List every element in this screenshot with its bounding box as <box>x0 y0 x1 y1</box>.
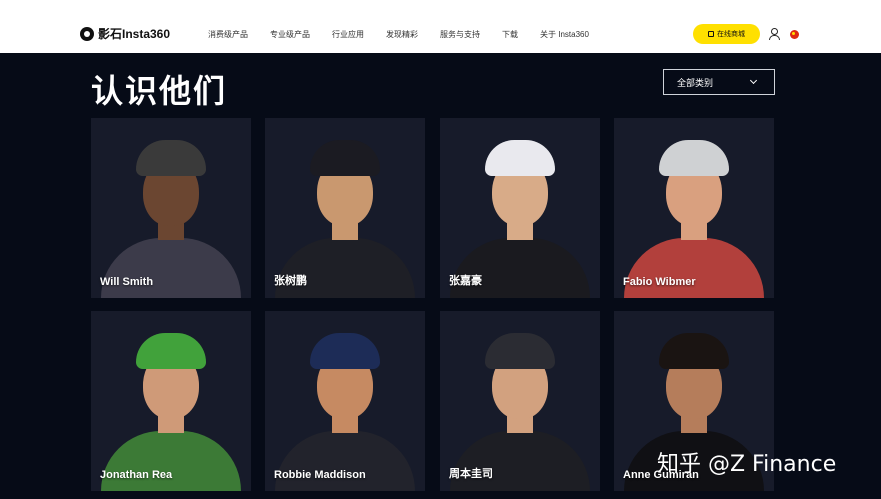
category-filter-value: 全部类别 <box>677 77 714 88</box>
main-menu: 消费级产品 专业级产品 行业应用 发现精彩 服务与支持 下载 关于 Insta3… <box>208 29 611 40</box>
menu-item-discover[interactable]: 发现精彩 <box>386 29 418 40</box>
menu-item-professional[interactable]: 专业级产品 <box>270 29 310 40</box>
person-photo-torso <box>450 238 590 298</box>
person-photo-torso <box>450 431 590 491</box>
person-photo-torso <box>101 431 241 491</box>
person-name: 张树鹏 <box>274 275 307 287</box>
menu-item-support[interactable]: 服务与支持 <box>440 29 480 40</box>
menu-item-consumer[interactable]: 消费级产品 <box>208 29 248 40</box>
person-card[interactable]: Jonathan Rea <box>91 311 251 491</box>
person-photo-torso <box>624 238 764 298</box>
chevron-down-icon <box>749 76 758 85</box>
region-flag-icon[interactable] <box>790 30 799 39</box>
person-photo-headwear <box>310 140 380 176</box>
person-photo-headwear <box>485 140 555 176</box>
online-store-label: 在线商城 <box>717 31 745 38</box>
watermark: 知乎 @Z Finance <box>657 452 837 477</box>
person-photo-torso <box>275 431 415 491</box>
person-card[interactable]: Fabio Wibmer <box>614 118 774 298</box>
category-filter-select[interactable]: 全部类别 <box>663 69 775 95</box>
person-photo-headwear <box>659 140 729 176</box>
person-card[interactable]: Will Smith <box>91 118 251 298</box>
person-card[interactable]: 张嘉豪 <box>440 118 600 298</box>
person-name: 周本圭司 <box>449 468 493 480</box>
page-title: 认识他们 <box>91 72 228 110</box>
person-name: Will Smith <box>100 276 154 288</box>
person-card[interactable]: 张树鹏 <box>265 118 425 298</box>
top-navigation-bar: 影石Insta360 消费级产品 专业级产品 行业应用 发现精彩 服务与支持 下… <box>0 0 881 53</box>
brand-name: 影石Insta360 <box>98 27 171 41</box>
person-card[interactable]: Robbie Maddison <box>265 311 425 491</box>
menu-item-industry[interactable]: 行业应用 <box>332 29 364 40</box>
person-photo-headwear <box>310 333 380 369</box>
person-photo-headwear <box>136 140 206 176</box>
person-photo-torso <box>101 238 241 298</box>
online-store-button[interactable]: 在线商城 <box>693 24 760 44</box>
person-name: Jonathan Rea <box>100 469 173 481</box>
person-card[interactable]: 周本圭司 <box>440 311 600 491</box>
person-photo-headwear <box>136 333 206 369</box>
person-photo-torso <box>275 238 415 298</box>
lens-logo-icon <box>80 26 94 41</box>
menu-item-about[interactable]: 关于 Insta360 <box>540 29 589 40</box>
person-photo-headwear <box>485 333 555 369</box>
person-photo-headwear <box>659 333 729 369</box>
brand-logo[interactable]: 影石Insta360 <box>80 25 170 42</box>
person-name: Fabio Wibmer <box>623 276 696 288</box>
person-name: Robbie Maddison <box>274 469 366 481</box>
shopping-bag-icon <box>708 31 714 37</box>
user-account-icon[interactable] <box>768 28 780 40</box>
person-name: 张嘉豪 <box>449 275 482 287</box>
menu-item-download[interactable]: 下载 <box>502 29 518 40</box>
